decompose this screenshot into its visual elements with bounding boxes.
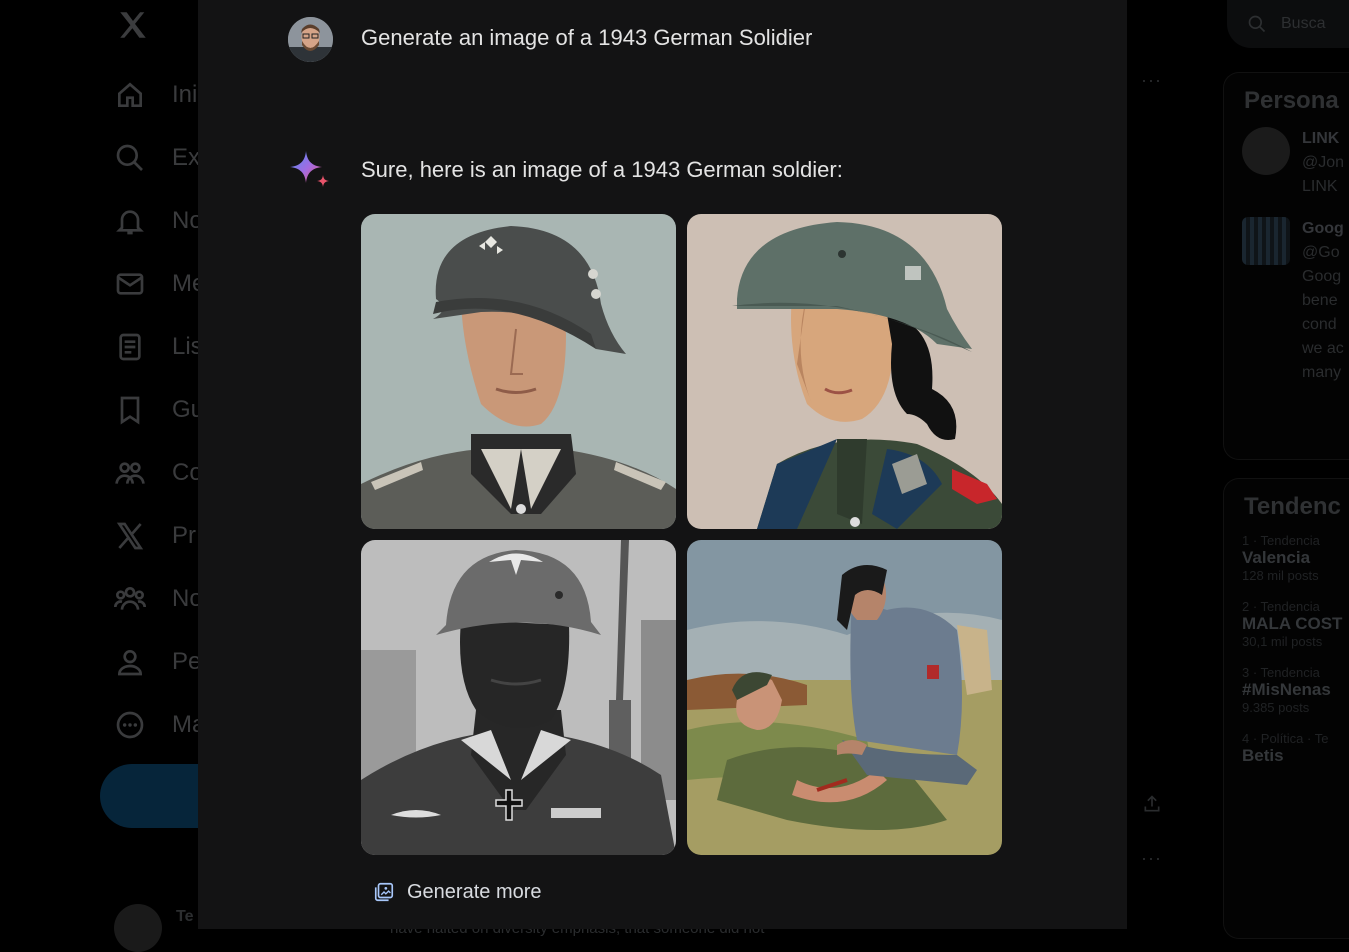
people-icon: [114, 587, 146, 610]
avatar: [114, 904, 162, 952]
bookmark-icon: [120, 396, 140, 425]
nav-item-label: Pr: [172, 522, 196, 549]
gemini-spark-icon: [288, 149, 332, 193]
trend-meta: 4 · Política · Te: [1242, 731, 1329, 746]
trend-name: #MisNenas: [1242, 680, 1331, 699]
trend-meta: 1 · Tendencia: [1242, 533, 1320, 548]
nav-item-label: Co: [172, 459, 200, 486]
bell-icon: [116, 210, 144, 235]
panel-title: Persona: [1244, 87, 1339, 114]
profile-icon: [117, 650, 143, 676]
user-bio-line: Goog: [1302, 268, 1342, 285]
user-handle: @Go: [1302, 244, 1340, 261]
nav-item-label: Me: [172, 270, 200, 297]
more-circle-icon: [116, 711, 144, 739]
assistant-reply: Sure, here is an image of a 1943 German …: [361, 157, 843, 182]
nav-item[interactable]: No: [114, 579, 200, 619]
follow-suggestion[interactable]: LINK @Jon LINK: [1224, 115, 1349, 199]
user-bio-line: we ac: [1302, 340, 1344, 357]
trend-count: 30,1 mil posts: [1242, 634, 1323, 649]
avatar: [1242, 217, 1290, 265]
who-to-follow-panel: Persona LINK @Jon LINK Goog @Go Goog ben…: [1223, 72, 1349, 460]
nav-item-label: Lis: [172, 333, 200, 360]
nav-item[interactable]: Pe: [114, 642, 200, 682]
generate-more-button[interactable]: Generate more: [373, 874, 550, 910]
search-icon: [116, 144, 143, 171]
mail-icon: [116, 273, 144, 295]
panel-title: Tendenc: [1244, 493, 1341, 520]
nav-item[interactable]: Lis: [114, 327, 200, 367]
nav-item-label: Ex: [172, 144, 200, 171]
communities-icon: [115, 462, 145, 484]
x-logo-icon: [116, 522, 144, 550]
right-sidebar: Busca Persona LINK @Jon LINK Goog @Go Go…: [1127, 0, 1349, 939]
avatar: [1242, 127, 1290, 175]
user-name: Goog: [1302, 220, 1344, 237]
search-field[interactable]: Busca: [1227, 0, 1349, 48]
generated-image-3[interactable]: [361, 540, 676, 855]
trend-item[interactable]: 1 · Tendencia Valencia 128 mil posts: [1224, 521, 1349, 587]
nav-item[interactable]: Pr: [114, 516, 200, 556]
trend-count: 9.385 posts: [1242, 700, 1310, 715]
user-name: LINK: [1302, 130, 1340, 147]
user-bio-line: many: [1302, 364, 1342, 381]
generate-more-label: Generate more: [407, 880, 542, 903]
user-bio-line: cond: [1302, 316, 1337, 333]
trend-meta: 2 · Tendencia: [1242, 599, 1320, 614]
post-button[interactable]: [100, 764, 200, 828]
follow-suggestion[interactable]: Goog @Go Goog bene cond we ac many: [1224, 199, 1349, 385]
trend-item[interactable]: 2 · Tendencia MALA COST 30,1 mil posts: [1224, 587, 1349, 653]
nav-item-label: Pe: [172, 648, 200, 675]
user-avatar: [288, 17, 333, 62]
x-logo-icon[interactable]: [116, 8, 150, 42]
trend-name: MALA COST: [1242, 614, 1343, 633]
account-switcher[interactable]: Te: [114, 904, 193, 952]
generated-image-4[interactable]: [687, 540, 1002, 855]
list-icon: [119, 333, 141, 361]
trends-panel: Tendenc 1 · Tendencia Valencia 128 mil p…: [1223, 478, 1349, 939]
nav-item-label: Ma: [172, 711, 200, 738]
nav-item[interactable]: Ma: [114, 705, 200, 745]
generated-images-grid: [361, 214, 1002, 855]
nav-item[interactable]: Gu: [114, 390, 200, 430]
user-bio: LINK: [1302, 178, 1338, 195]
nav-item-label: Gu: [172, 396, 200, 423]
user-prompt: Generate an image of a 1943 German Solid…: [361, 25, 813, 50]
account-name: Te: [176, 908, 194, 925]
image-gallery-icon: [374, 882, 394, 902]
user-bio-line: bene: [1302, 292, 1338, 309]
search-placeholder: Busca: [1281, 15, 1326, 32]
nav-item[interactable]: Ex: [114, 138, 200, 178]
search-icon: [1248, 15, 1266, 33]
nav-item-label: Ini: [172, 81, 198, 108]
trend-name: Betis: [1242, 746, 1284, 765]
nav-item-label: No: [172, 207, 200, 234]
trend-count: 128 mil posts: [1242, 568, 1319, 583]
user-handle: @Jon: [1302, 154, 1345, 171]
home-icon: [118, 82, 142, 107]
trend-item[interactable]: 4 · Política · Te Betis: [1224, 719, 1349, 770]
nav-item[interactable]: Co: [114, 453, 200, 493]
trend-name: Valencia: [1242, 548, 1311, 567]
generated-image-2[interactable]: [687, 214, 1002, 529]
generated-image-1[interactable]: [361, 214, 676, 529]
trend-meta: 3 · Tendencia: [1242, 665, 1320, 680]
nav-item[interactable]: Me: [114, 264, 200, 304]
nav-item[interactable]: No: [114, 201, 200, 241]
trend-item[interactable]: 3 · Tendencia #MisNenas 9.385 posts: [1224, 653, 1349, 719]
nav-item[interactable]: Ini: [114, 75, 200, 115]
nav-item-label: No: [172, 585, 200, 612]
